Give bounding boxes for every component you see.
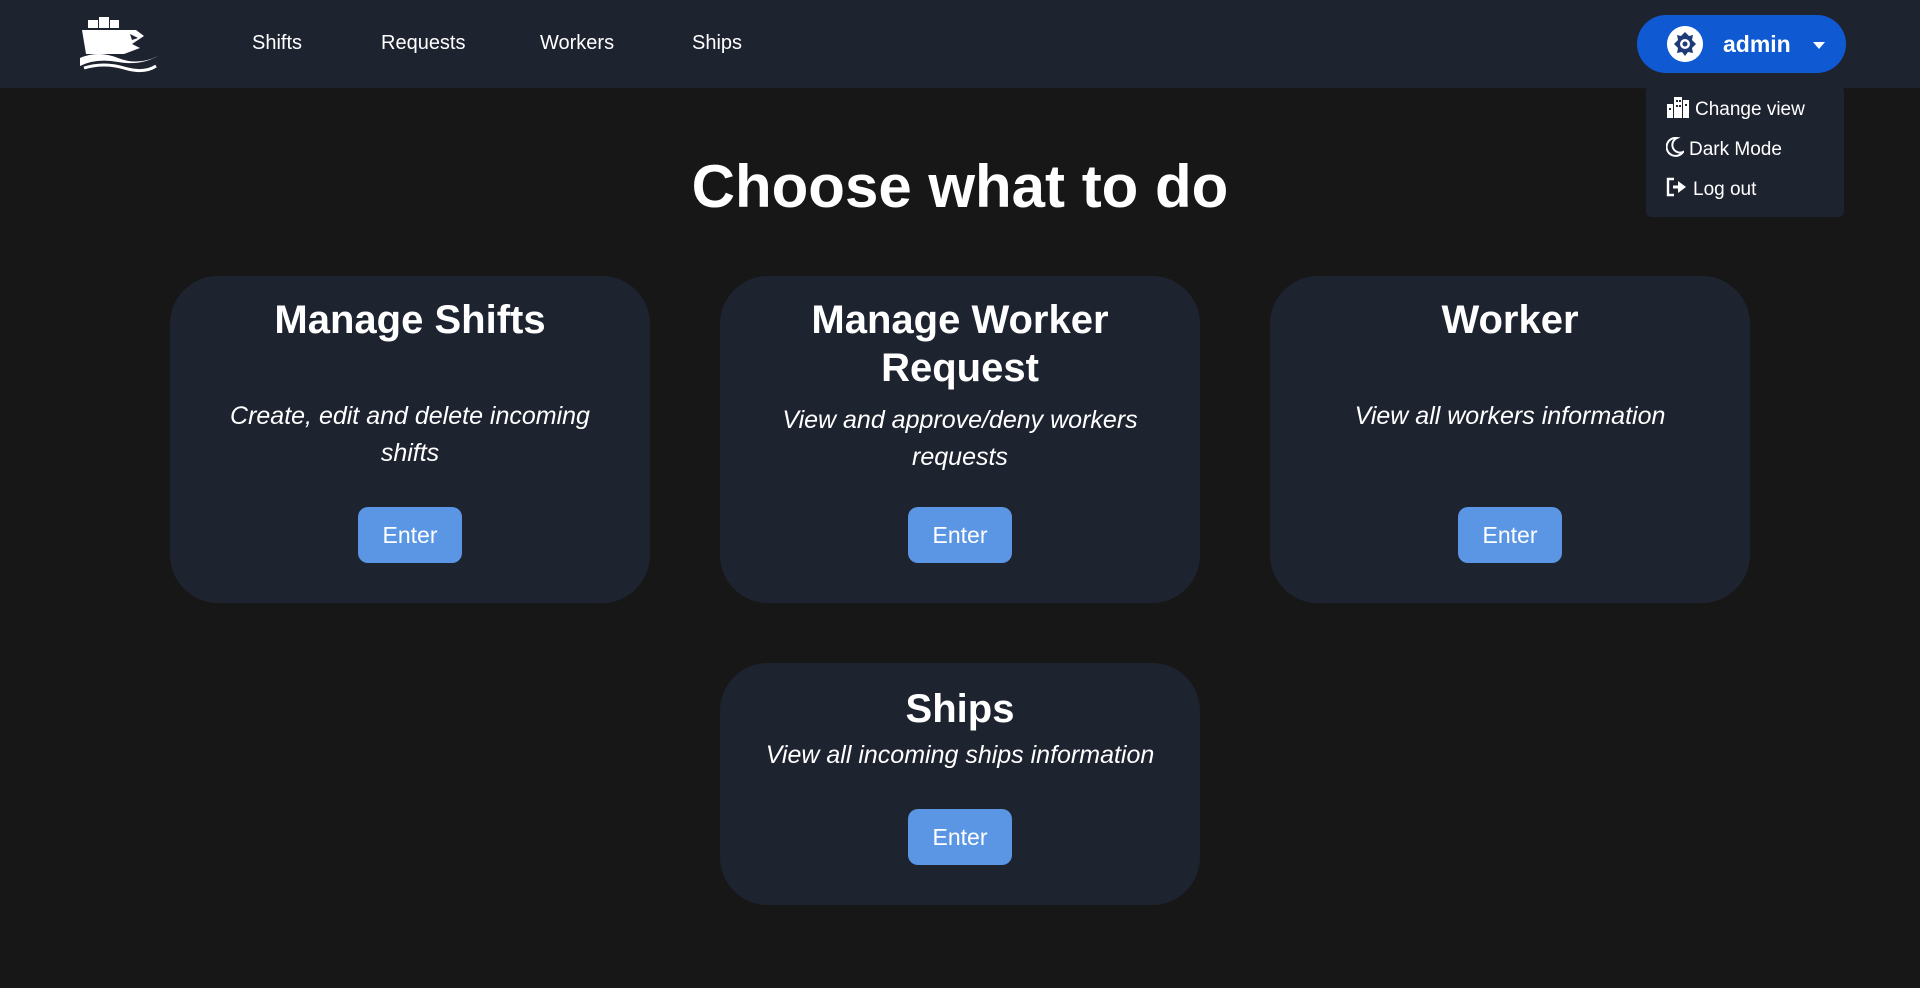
card-ships: Ships View all incoming ships informatio…	[720, 663, 1200, 905]
card-manage-worker-request: Manage Worker Request View and approve/d…	[720, 276, 1200, 603]
user-menu-button[interactable]: admin	[1637, 15, 1846, 73]
card-description: Create, edit and delete incoming shifts	[230, 402, 590, 467]
card-title: Manage Shifts	[274, 298, 546, 342]
menu-item-change-view[interactable]: Change view	[1666, 95, 1805, 125]
card-worker: Worker View all workers information Ente…	[1270, 276, 1750, 603]
card-title: Manage Worker Request	[811, 298, 1109, 390]
building-icon	[1666, 96, 1695, 124]
card-title: Worker	[1441, 298, 1579, 342]
nav-link-shifts[interactable]: Shifts	[252, 32, 302, 55]
enter-button[interactable]: Enter	[358, 507, 462, 563]
nav-link-ships[interactable]: Ships	[692, 32, 742, 55]
card-description: View all workers information	[1354, 402, 1666, 430]
nav-link-workers[interactable]: Workers	[540, 32, 614, 55]
chevron-down-icon	[1813, 42, 1825, 49]
nav-link-requests[interactable]: Requests	[381, 32, 466, 55]
enter-button[interactable]: Enter	[908, 507, 1012, 563]
page-title: Choose what to do	[691, 153, 1229, 220]
card-title: Ships	[905, 687, 1015, 731]
card-description: View all incoming ships information	[765, 741, 1155, 769]
menu-item-label: Change view	[1695, 99, 1805, 120]
enter-button[interactable]: Enter	[1458, 507, 1562, 563]
top-navbar: Shifts Requests Workers Ships admin	[0, 0, 1920, 88]
enter-button[interactable]: Enter	[908, 809, 1012, 865]
card-description: View and approve/deny workers requests	[782, 406, 1138, 471]
user-name: admin	[1723, 31, 1791, 57]
card-manage-shifts: Manage Shifts Create, edit and delete in…	[170, 276, 650, 603]
avatar	[1667, 26, 1703, 62]
ship-logo-icon[interactable]	[78, 14, 160, 74]
